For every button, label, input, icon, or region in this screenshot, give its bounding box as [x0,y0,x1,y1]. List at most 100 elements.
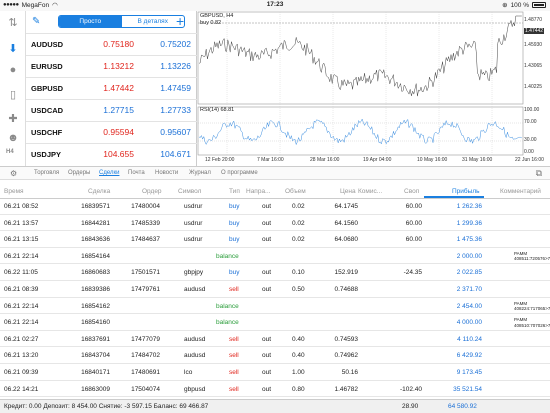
cell-price: 0.74593 [334,335,359,343]
tab-deals[interactable]: Сделки [99,170,119,176]
cell-price: 50.16 [341,369,358,376]
gear-icon[interactable]: ⚙ [10,169,17,178]
quote-ask[interactable]: 1.27733 [143,105,191,115]
cell-profit: 6 429.92 [456,352,482,360]
x-label: 19 Apr 04:00 [363,157,392,163]
col-price[interactable]: Цена [340,188,356,195]
quote-ask[interactable]: 0.95607 [143,127,191,137]
cell-volume: 0.40 [292,352,305,360]
users-icon[interactable]: ☻ [4,131,22,145]
filter-icon[interactable]: ⧉ [536,168,542,179]
quote-bid[interactable]: 1.47442 [86,83,134,93]
tab-news[interactable]: Новости [155,170,178,176]
cell-dir: out [262,219,272,227]
col-symbol[interactable]: Символ [178,188,201,195]
cell-deal: 16860683 [81,269,110,277]
x-label: 10 May 16:00 [417,157,448,163]
quote-row[interactable]: USDCHF 0.95594 0.95607 [26,121,197,143]
cell-time: 06.21 13:20 [4,352,39,360]
quote-ask[interactable]: 104.671 [143,149,191,159]
chart-panel[interactable]: GBPUSD, H4 buy 0.82 1.47442 1.48770 1.45… [197,11,550,166]
price-chart[interactable] [197,11,550,166]
add-symbol-icon[interactable]: + [176,13,184,29]
cell-price: 1.46782 [334,385,359,393]
cell-time: 06.21 22:14 [4,319,39,327]
quote-bid[interactable]: 0.75180 [86,39,134,49]
table-row[interactable]: 06.21 08:52 16839571 17480004 usdrur buy out 0… [0,199,550,215]
quote-row[interactable]: GBPUSD 1.47442 1.47459 [26,77,197,99]
cell-profit: 2 371.70 [456,286,482,293]
tab-trade[interactable]: Торговля [34,170,59,176]
table-row[interactable]: 06.21 13:57 16844281 17485339 usdrur buy out 0… [0,216,550,232]
table-row[interactable]: 06.21 09:39 16840171 17480691 lco sell out 1.0… [0,365,550,381]
col-volume[interactable]: Объем [285,188,306,195]
arrows-icon[interactable]: ⇅ [4,15,22,29]
trade-icon[interactable]: ⬇ [4,41,22,55]
cell-order: 17484702 [131,352,160,360]
clock: 17:23 [266,1,284,8]
y-label: 1.40225 [524,84,543,90]
timeframe-label[interactable]: H4 [6,149,14,155]
col-time[interactable]: Время [4,188,24,195]
cell-comment: PAMM 408224:717065>711208 [514,300,550,312]
sort-indicator [424,196,484,198]
cell-price: 0.74962 [334,352,359,360]
col-deal[interactable]: Сделка [88,188,110,195]
cell-dir: out [262,369,272,376]
quote-ask[interactable]: 1.47459 [143,83,191,93]
col-profit[interactable]: Прибыль [452,188,480,195]
col-swap[interactable]: Своп [404,188,419,195]
rsi-frame [197,106,524,156]
tab-simple[interactable]: Просто [59,16,122,27]
cell-time: 06.21 08:52 [4,203,39,210]
quote-bid[interactable]: 1.13212 [86,61,134,71]
rsi-label: RSI(14) 68.81 [200,107,235,113]
quote-ask[interactable]: 0.75202 [143,39,191,49]
col-commission[interactable]: Комис... [358,188,382,195]
col-order[interactable]: Ордер [142,188,162,195]
quote-row[interactable]: EURUSD 1.13212 1.13226 [26,55,197,77]
quote-row[interactable]: USDCAD 1.27715 1.27733 [26,99,197,121]
edit-icon[interactable]: ✎ [32,16,40,27]
table-row[interactable]: 06.21 22:14 16854162 balance 2 454.00 PAMM 4… [0,299,550,315]
table-row[interactable]: 06.21 13:15 16843636 17484637 usdrur buy out 0… [0,232,550,248]
rsi-y-label: 0.00 [524,149,534,155]
col-direction[interactable]: Напра... [246,188,270,195]
chat-icon[interactable]: ● [4,63,22,77]
quote-bid[interactable]: 1.27715 [86,105,134,115]
table-row[interactable]: 06.22 11:05 16860683 17501571 gbpjpy buy out 0… [0,265,550,281]
table-row[interactable]: 06.21 13:20 16843704 17484702 audusd sell out… [0,348,550,364]
cell-time: 06.21 09:39 [4,369,39,376]
quote-ask[interactable]: 1.13226 [143,61,191,71]
table-row[interactable]: 06.21 08:39 16839386 17479761 audusd sell out… [0,282,550,298]
plus-document-icon[interactable]: ✚ [4,111,22,125]
cell-swap: -102.40 [399,385,422,393]
cell-deal: 16843704 [81,352,110,360]
quote-row[interactable]: AUDUSD 0.75180 0.75202 [26,33,197,55]
cell-profit: 1 262.36 [456,203,482,210]
cell-dir: out [262,286,272,293]
quote-bid[interactable]: 0.95594 [86,127,134,137]
tab-about[interactable]: О программе [221,170,258,176]
table-row[interactable]: 06.21 22:14 16854164 balance 2 000.00 PAMM 4… [0,249,550,265]
col-comment[interactable]: Комментарий [500,188,541,195]
quote-bid[interactable]: 104.655 [86,149,134,159]
y-label: 1.43065 [524,63,543,69]
cell-order: 17477079 [131,335,160,343]
col-type[interactable]: Тип [229,188,240,195]
tab-mail[interactable]: Почта [128,170,145,176]
document-icon[interactable]: ▯ [4,87,22,101]
tab-details[interactable]: В деталях [122,16,185,27]
tab-journal[interactable]: Журнал [189,170,211,176]
cell-time: 06.21 13:15 [4,236,39,244]
quote-row[interactable]: USDJPY 104.655 104.671 [26,143,197,165]
table-row[interactable]: 06.22 14:21 16863009 17504074 gbpusd sell out… [0,382,550,398]
deals-table-header: Время Сделка Ордер Символ Тип Напра... О… [0,185,550,199]
cell-type: sell [229,369,239,376]
cell-symbol: audusd [184,335,206,343]
table-row[interactable]: 06.21 22:14 16854160 balance 4 000.00 PAMM 4… [0,315,550,331]
table-row[interactable]: 06.21 02:27 16837691 17477079 audusd sell out… [0,332,550,348]
x-label: 31 May 16:00 [462,157,493,163]
cell-deal: 16854160 [81,319,110,327]
tab-orders[interactable]: Ордеры [68,170,90,176]
